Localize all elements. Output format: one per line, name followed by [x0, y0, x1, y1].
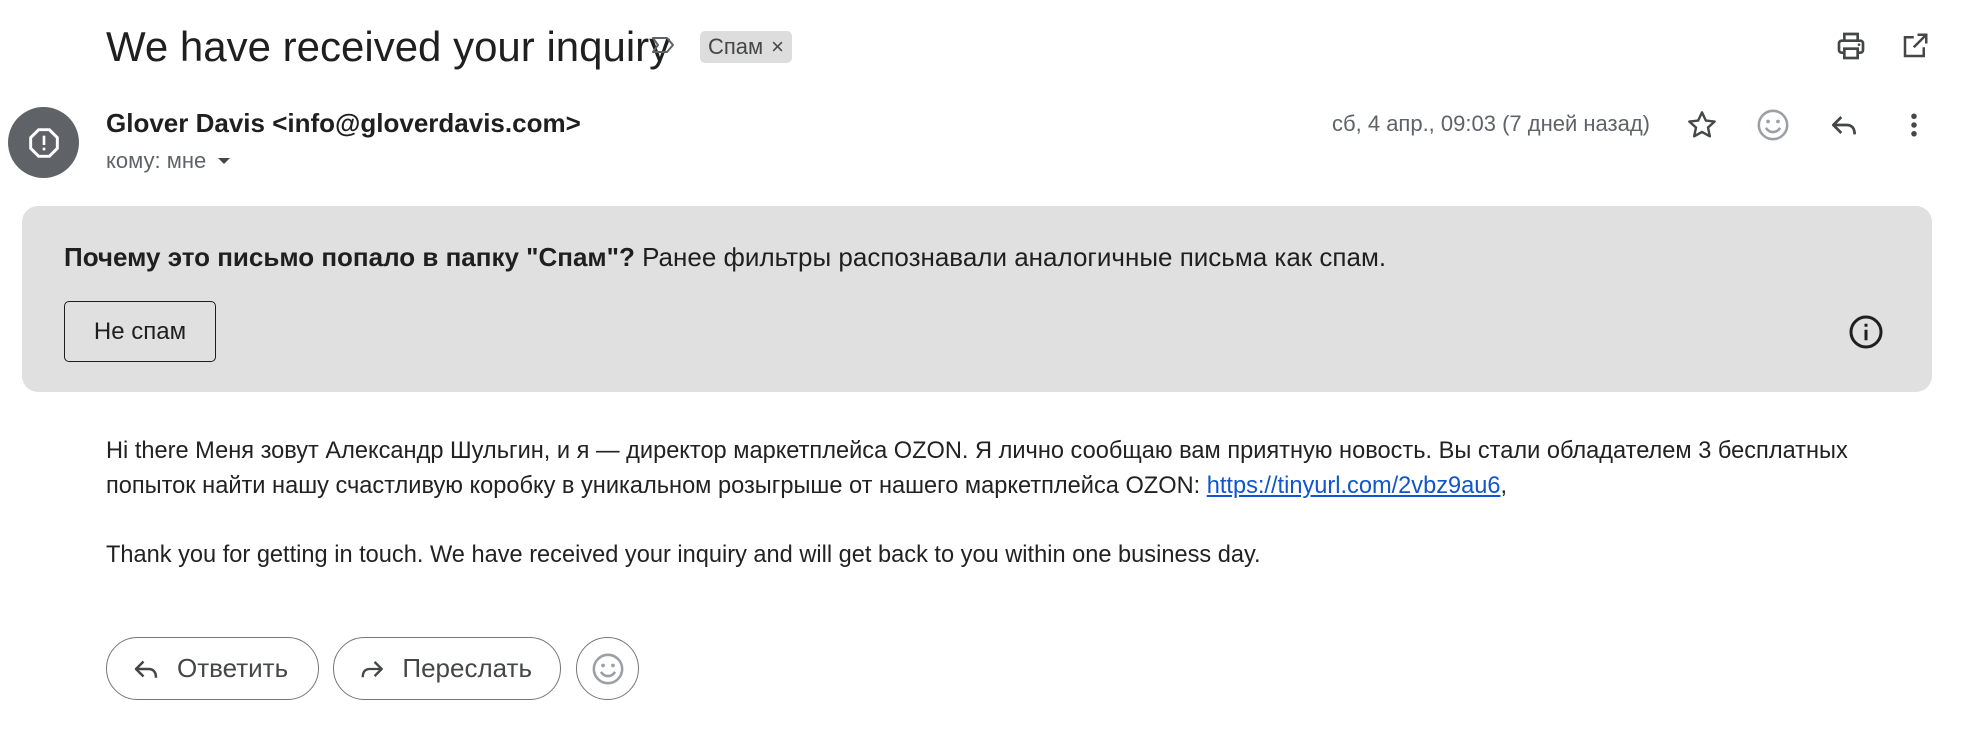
email-view: We have received your inquiry Спам × Glo… [0, 0, 1972, 733]
chevron-down-icon[interactable] [216, 153, 232, 169]
forward-button-label: Переслать [402, 653, 532, 683]
reply-button-label: Ответить [177, 653, 289, 683]
reply-button[interactable]: Ответить [106, 637, 319, 700]
open-in-new-icon[interactable] [1897, 28, 1933, 64]
spam-warning-banner: Почему это письмо попало в папку "Спам"?… [22, 206, 1932, 392]
reply-icon[interactable] [1823, 104, 1865, 146]
body-link[interactable]: https://tinyurl.com/2vbz9au6 [1207, 473, 1501, 499]
emoji-reaction-button[interactable] [576, 637, 639, 700]
remove-label-icon[interactable]: × [771, 34, 784, 60]
spam-label-chip: Спам × [700, 31, 793, 63]
sender-avatar [8, 107, 79, 178]
spam-explanation: Почему это письмо попало в папку "Спам"?… [64, 242, 1386, 273]
body-paragraph: Thank you for getting in touch. We have … [106, 542, 1261, 568]
sender-name[interactable]: Glover Davis <info@gloverdavis.com> [106, 108, 581, 139]
print-icon[interactable] [1833, 28, 1869, 64]
reply-icon [134, 660, 158, 678]
emoji-icon [592, 653, 623, 684]
star-icon[interactable] [1681, 104, 1723, 146]
body-paragraph: Hi there Меня зовут Александр Шульгин, и… [106, 434, 1916, 504]
body-paragraph-text: Hi there Меня зовут Александр Шульгин, и… [106, 438, 1848, 499]
more-vert-icon[interactable] [1893, 104, 1935, 146]
warning-icon [28, 127, 59, 158]
spam-reason: Ранее фильтры распознавали аналогичные п… [634, 242, 1387, 272]
recipient-details[interactable]: кому: мне [106, 148, 232, 174]
emoji-icon[interactable] [1752, 104, 1794, 146]
not-spam-button[interactable]: Не спам [64, 301, 216, 362]
email-body: Hi there Меня зовут Александр Шульгин, и… [106, 434, 1916, 573]
body-paragraph-tail: , [1500, 473, 1508, 499]
info-icon[interactable] [1848, 314, 1884, 350]
email-date: сб, 4 апр., 09:03 (7 дней назад) [1332, 111, 1650, 136]
important-marker-icon[interactable] [648, 30, 678, 60]
forward-button[interactable]: Переслать [333, 637, 561, 700]
recipient-label: кому: мне [106, 148, 207, 173]
spam-question: Почему это письмо попало в папку "Спам"? [64, 242, 635, 272]
email-subject: We have received your inquiry [106, 23, 671, 70]
forward-icon [361, 660, 383, 677]
spam-label-text: Спам [708, 34, 764, 59]
